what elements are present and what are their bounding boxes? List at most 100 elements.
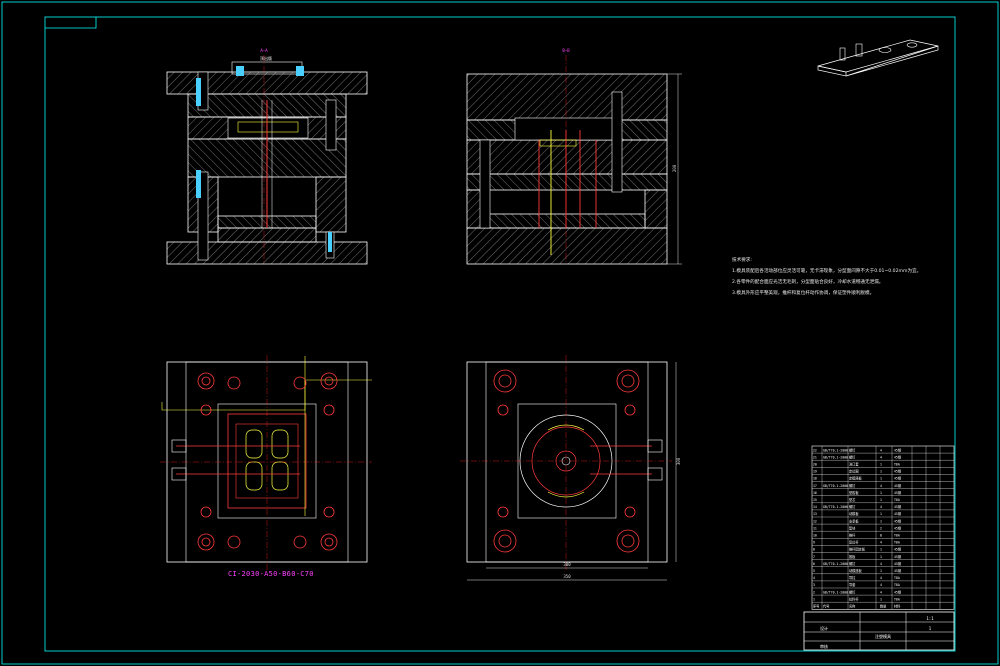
bom-cell: 16 (813, 491, 817, 495)
bom-cell: 型芯 (849, 497, 856, 502)
bom-cell: 1 (880, 512, 882, 516)
bom-cell: 1 (880, 569, 882, 573)
bom-cell: 45钢 (894, 554, 901, 559)
plan-view-moving (160, 355, 372, 570)
bom-cell: 推板 (849, 554, 856, 559)
bom-cell: 4 (880, 590, 882, 594)
bom-cell: 2 (813, 590, 815, 594)
bom-cell: 18 (813, 477, 817, 481)
bom-cell: T8A (894, 498, 900, 502)
bom-cell: 45钢 (894, 504, 901, 509)
bom-cell: T8A (894, 541, 900, 545)
bom-header-cell: 代号 (823, 604, 829, 609)
bom-cell: T8A (894, 576, 900, 580)
bom-cell: 45钢 (894, 490, 901, 495)
bom-cell: 12 (813, 519, 817, 523)
bom-cell: 4 (813, 576, 815, 580)
bom-cell: 1 (880, 555, 882, 559)
bom-cell: 45钢 (894, 561, 901, 566)
title-block: 注塑模具 1:1 1 设计 审核 (803, 611, 955, 651)
mold-base-code: CI-2030-A50-B60-C70 (228, 570, 314, 578)
bom-cell: T8A (894, 534, 900, 538)
bom-cell: 8 (880, 534, 882, 538)
bom-cell: 8 (813, 548, 815, 552)
bom-cell: 20 (813, 463, 817, 467)
bom-cell: 1 (880, 548, 882, 552)
bom-cell: 45钢 (894, 454, 901, 459)
bom-cell: 45钢 (894, 525, 901, 530)
bom-cell: 4 (880, 583, 882, 587)
dim-height-side: 300 (676, 457, 681, 465)
section-b-title: B—B (562, 48, 570, 53)
bom-cell: 4 (880, 455, 882, 459)
bom-header-cell: 名称 (849, 604, 856, 609)
bom-cell: 10 (813, 534, 817, 538)
bom-cell: 定位圈 (849, 469, 859, 474)
dim-height: 200 (672, 164, 677, 172)
bom-cell: 45钢 (894, 568, 901, 573)
title-name: 注塑模具 (875, 633, 891, 639)
tech-requirement-3: 3.模具外形应平整美观，推杆和复位杆动作协调，保证塑件顺利脱模。 (732, 291, 875, 296)
bom-cell: 4 (880, 448, 882, 452)
bom-cell: 1 (880, 477, 882, 481)
bom-header-cell: 序号 (813, 604, 819, 609)
bom-cell: 4 (880, 484, 882, 488)
bom-cell: 导柱 (849, 575, 856, 580)
bom-cell: 3 (813, 583, 815, 587)
bom-cell: 22 (813, 448, 817, 452)
title-scale: 1:1 (926, 616, 934, 621)
bom-cell: T8A (894, 583, 900, 587)
technical-requirements: 技术要求: 1.模具装配后各活动部位应灵活可靠，无卡滞现象，分型面间隙不大于0.… (732, 255, 921, 299)
tech-requirements-title: 技术要求: (732, 258, 752, 263)
bom-cell: 45钢 (894, 547, 901, 552)
tech-requirement-2: 2.各零件的配合面应光洁无毛刺，分型面贴合良好，冷却水道畅通无泄漏。 (732, 280, 884, 285)
title-checker: 审核 (820, 643, 828, 649)
bom-cell: 1 (880, 470, 882, 474)
bom-cell: GB/T70.1-2000 (823, 484, 848, 488)
bom-cell: 45钢 (894, 447, 901, 452)
bom-cell: 推杆 (849, 533, 856, 538)
bom-cell: 45钢 (894, 511, 901, 516)
bom-cell: GB/T70.1-2000 (823, 505, 848, 509)
bom-cell: 螺钉 (849, 561, 856, 566)
bom-cell: 1 (880, 597, 882, 601)
bom-cell: 21 (813, 455, 817, 459)
bom-cell: 15 (813, 498, 817, 502)
bom-cell: 2 (880, 526, 882, 530)
bom-cell: 1 (813, 597, 815, 601)
bom-cell: 推杆固定板 (849, 547, 866, 552)
bom-table: 22 GB/T70.1-2000 螺钉 4 45钢21 GB/T70.1-2000 螺钉 4 4… (811, 445, 955, 610)
bom-cell: 11 (813, 526, 817, 530)
bom-cell: 4 (880, 541, 882, 545)
section-view-b: B—B 200 (466, 48, 682, 265)
bom-cell: 1 (880, 463, 882, 467)
bom-cell: 定模座板 (849, 476, 863, 481)
bom-cell: 14 (813, 505, 817, 509)
bom-cell: GB/T70.1-2000 (823, 455, 848, 459)
bom-cell: 支承板 (849, 518, 859, 523)
bom-cell: 17 (813, 484, 817, 488)
bom-cell: 1 (880, 498, 882, 502)
bom-cell: 螺钉 (849, 483, 856, 488)
bom-cell: 1 (880, 491, 882, 495)
bom-cell: 动模座板 (849, 568, 863, 573)
tech-requirement-1: 1.模具装配后各活动部位应灵活可靠，无卡滞现象，分型面间隙不大于0.01~0.0… (732, 269, 922, 274)
dim-width: 300 (563, 562, 571, 567)
bom-cell: 型腔板 (849, 490, 859, 495)
title-sheet: 1 (929, 626, 932, 631)
bom-cell: 6 (813, 562, 815, 566)
bom-header-cell: 材料 (894, 604, 901, 609)
bom-cell: 导套 (849, 582, 856, 587)
part-isometric-view (817, 39, 939, 77)
bom-cell: 4 (880, 576, 882, 580)
title-designer: 设计 (820, 625, 828, 631)
bom-cell: 复位杆 (849, 540, 859, 545)
bom-cell: 4 (880, 562, 882, 566)
bom-header-cell: 数量 (880, 604, 887, 609)
bom-cell: GB/T70.1-2000 (823, 448, 848, 452)
bom-cell: 4 (880, 505, 882, 509)
bom-cell: 1 (880, 519, 882, 523)
bom-cell: 动模板 (849, 511, 859, 516)
bom-cell: 45钢 (894, 483, 901, 488)
bom-cell: 45钢 (894, 518, 901, 523)
